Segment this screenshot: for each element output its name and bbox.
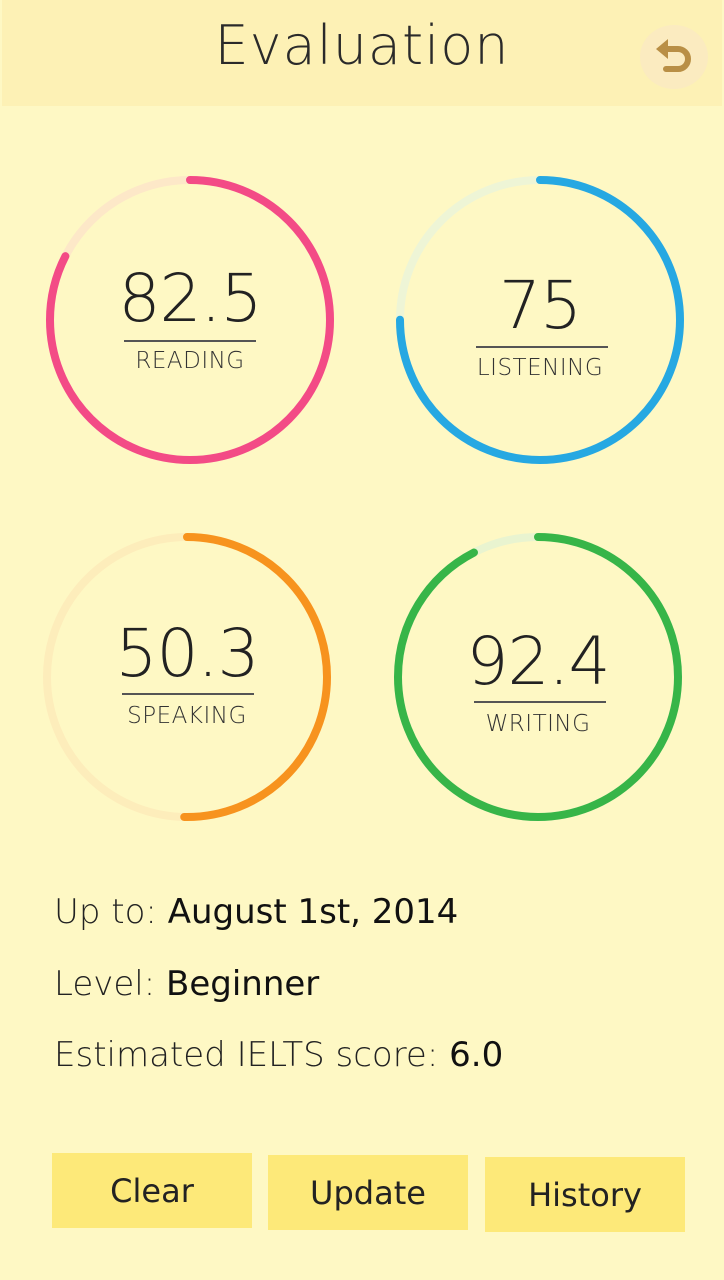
clear-button[interactable]: Clear xyxy=(52,1153,252,1228)
speaking-score: 50.3 xyxy=(115,615,260,692)
level-row: Level: Beginner xyxy=(54,964,319,1004)
reading-gauge: 82.5 READING xyxy=(40,170,340,470)
undo-arrow-icon xyxy=(656,39,691,72)
history-button[interactable]: History xyxy=(485,1157,685,1232)
speaking-gauge: 50.3 SPEAKING xyxy=(37,527,337,827)
ielts-label: Estimated IELTS score: xyxy=(54,1035,439,1075)
reading-label: READING xyxy=(135,348,245,374)
writing-divider xyxy=(474,701,606,703)
speaking-label: SPEAKING xyxy=(127,703,247,729)
page-title: Evaluation xyxy=(214,14,510,77)
reading-divider xyxy=(124,340,256,342)
listening-gauge: 75 LISTENING xyxy=(390,170,690,470)
level-value: Beginner xyxy=(166,964,320,1004)
writing-gauge: 92.4 WRITING xyxy=(388,527,688,827)
speaking-divider xyxy=(122,693,254,695)
up-to-label: Up to: xyxy=(54,892,157,932)
ielts-value: 6.0 xyxy=(449,1035,504,1075)
writing-score: 92.4 xyxy=(466,623,611,700)
listening-divider xyxy=(476,346,608,348)
ielts-row: Estimated IELTS score: 6.0 xyxy=(54,1035,503,1075)
listening-label: LISTENING xyxy=(476,355,604,381)
writing-label: WRITING xyxy=(485,711,591,737)
back-button[interactable] xyxy=(640,25,708,89)
listening-score: 75 xyxy=(499,267,582,344)
up-to-row: Up to: August 1st, 2014 xyxy=(54,892,458,932)
up-to-value: August 1st, 2014 xyxy=(167,892,459,932)
reading-score: 82.5 xyxy=(118,260,263,337)
level-label: Level: xyxy=(54,964,156,1004)
update-button[interactable]: Update xyxy=(268,1155,468,1230)
